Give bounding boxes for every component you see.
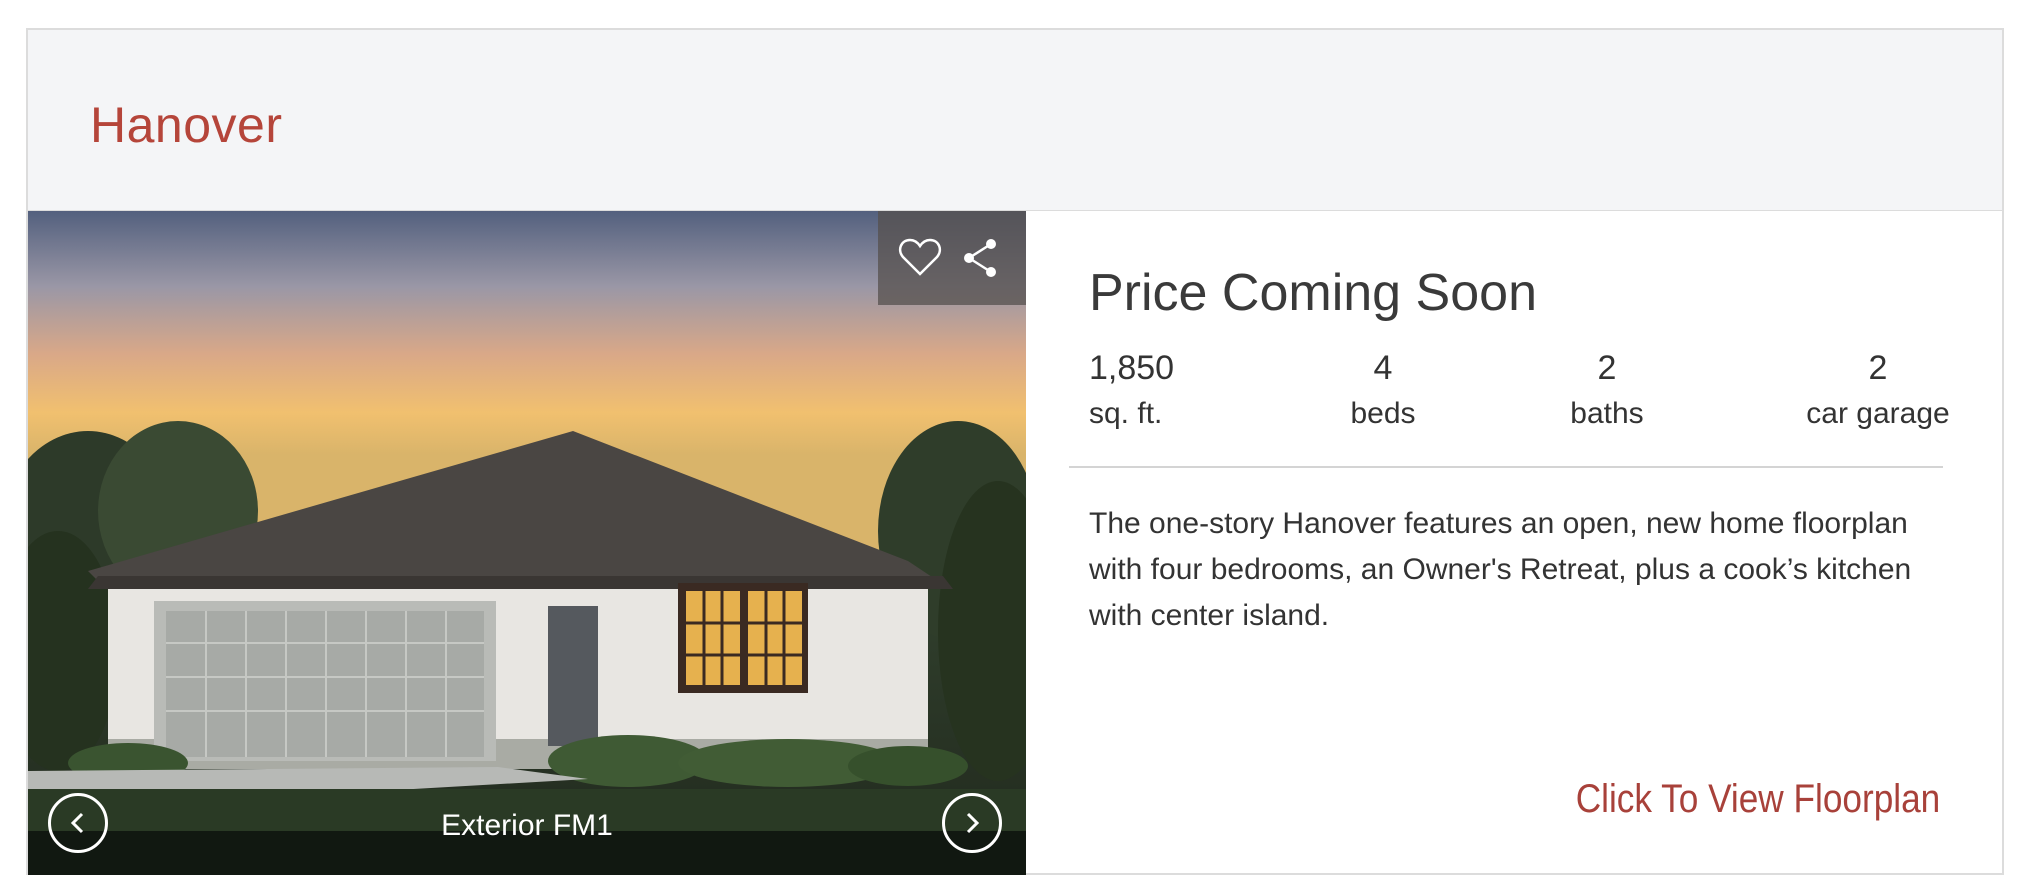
stat-beds: 4 beds: [1323, 345, 1443, 437]
chevron-right-icon: [966, 812, 980, 834]
stat-label: car garage: [1806, 397, 1950, 430]
divider: [1069, 466, 1943, 468]
plan-title[interactable]: Hanover: [90, 96, 283, 154]
stat-label: sq. ft.: [1089, 397, 1163, 430]
stat-square-feet: 1,850 sq. ft.: [1089, 345, 1174, 437]
stat-garage: 2 car garage: [1803, 345, 1953, 437]
gallery-actions: [878, 211, 1026, 305]
view-floorplan-link[interactable]: Click To View Floorplan: [1575, 777, 1940, 822]
plan-description: The one-story Hanover features an open, …: [1089, 507, 1912, 632]
heart-icon[interactable]: [898, 237, 942, 282]
stat-label: baths: [1570, 397, 1644, 430]
card-header: Hanover: [28, 30, 2002, 211]
home-plan-card: Hanover Exterior FM1 Price Coming Soon 1…: [26, 28, 2004, 875]
photo-caption: Exterior FM1: [441, 809, 613, 842]
plan-details: Price Coming Soon 1,850 sq. ft. 4 beds 2…: [1027, 211, 2002, 873]
share-icon[interactable]: [960, 237, 1000, 284]
next-photo-button[interactable]: [942, 793, 1002, 853]
stat-baths: 2 baths: [1547, 345, 1667, 437]
photo-gallery[interactable]: Exterior FM1: [28, 211, 1026, 875]
stat-label: beds: [1350, 397, 1416, 430]
stat-value: 2: [1868, 349, 1888, 387]
stat-value: 1,850: [1089, 349, 1175, 387]
stat-value: 4: [1373, 349, 1393, 387]
exterior-photo: [28, 211, 1026, 875]
price: Price Coming Soon: [1089, 264, 1537, 322]
stat-value: 2: [1597, 349, 1617, 387]
